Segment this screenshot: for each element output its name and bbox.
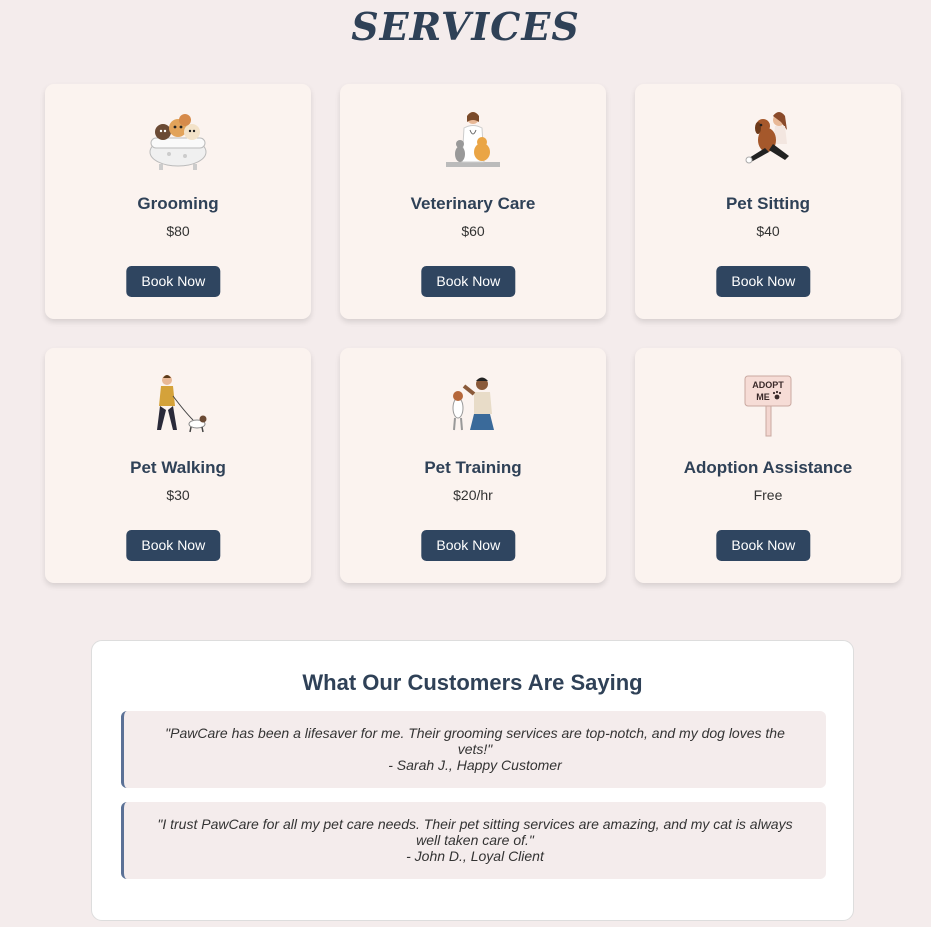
book-now-button[interactable]: Book Now [126, 266, 221, 297]
book-now-button[interactable]: Book Now [421, 266, 516, 297]
testimonial-author: - Sarah J., Happy Customer [388, 757, 562, 773]
person-hugging-dog-illustration [745, 112, 789, 164]
testimonials-heading: What Our Customers Are Saying [302, 670, 643, 695]
service-name: Pet Training [424, 458, 522, 477]
book-now-button[interactable]: Book Now [716, 530, 811, 561]
testimonial-author: - John D., Loyal Client [406, 848, 544, 864]
service-card-pet-training: Pet Training $20/hr Book Now [340, 348, 606, 583]
veterinarian-with-pets-illustration [446, 112, 500, 167]
service-price: $40 [756, 223, 780, 239]
service-price: Free [753, 487, 783, 503]
adopt-me-sign-illustration: ADOPT ME [744, 375, 792, 437]
service-name: Pet Sitting [725, 194, 811, 213]
testimonial-quote: "PawCare has been a lifesaver for me. Th… [165, 725, 785, 757]
dogs-in-bathtub-illustration [149, 114, 207, 170]
testimonial-card: "PawCare has been a lifesaver for me. Th… [121, 711, 826, 788]
person-training-dog-illustration [452, 377, 494, 431]
svg-text:ADOPT: ADOPT [752, 380, 784, 390]
svg-text:ME: ME [756, 392, 770, 402]
testimonial-card: "I trust PawCare for all my pet care nee… [121, 802, 826, 879]
service-card-adoption-assistance: ADOPT ME Adoption Assistance Free Book N… [635, 348, 901, 583]
service-name: Grooming [137, 194, 219, 213]
book-now-button[interactable]: Book Now [716, 266, 811, 297]
service-name: Veterinary Care [410, 194, 536, 213]
service-name: Adoption Assistance [683, 458, 853, 477]
service-price: $20/hr [453, 487, 493, 503]
testimonials-section: What Our Customers Are Saying "PawCare h… [91, 640, 854, 921]
service-card-pet-sitting: Pet Sitting $40 Book Now [635, 84, 901, 319]
service-name: Pet Walking [130, 458, 226, 477]
service-card-veterinary-care: Veterinary Care $60 Book Now [340, 84, 606, 319]
service-price: $30 [166, 487, 190, 503]
service-price: $60 [461, 223, 485, 239]
person-walking-dog-illustration [157, 375, 207, 433]
testimonial-quote: "I trust PawCare for all my pet care nee… [157, 816, 793, 848]
service-card-pet-walking: Pet Walking $30 Book Now [45, 348, 311, 583]
page-title: SERVICES [351, 4, 580, 49]
book-now-button[interactable]: Book Now [421, 530, 516, 561]
service-price: $80 [166, 223, 190, 239]
services-grid: Grooming $80 Book Now Veterinary Care $6… [45, 84, 901, 583]
book-now-button[interactable]: Book Now [126, 530, 221, 561]
service-card-grooming: Grooming $80 Book Now [45, 84, 311, 319]
